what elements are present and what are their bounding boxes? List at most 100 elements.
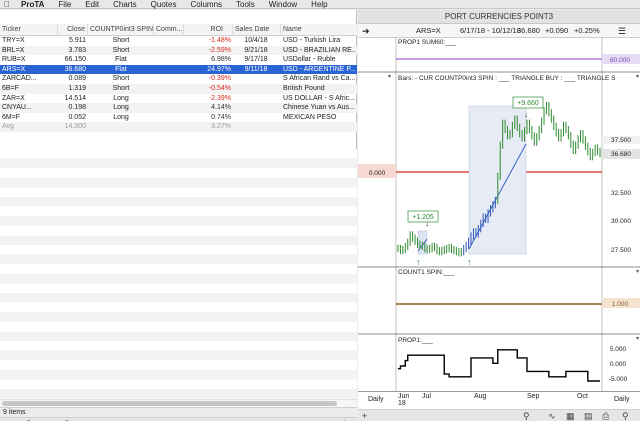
table-row[interactable]: 6B=F 1.319 Short -0.54% British Pound bbox=[0, 83, 357, 94]
cell-ticker: 6M=F bbox=[2, 113, 21, 121]
menu-window[interactable]: Window bbox=[262, 0, 304, 9]
cell-date bbox=[233, 94, 279, 104]
collapse-arrow-icon: ▾ bbox=[388, 74, 391, 80]
cell-name: Chinese Yuan vs Aus... bbox=[283, 104, 355, 112]
cell-close: 66.150 bbox=[64, 56, 86, 64]
cell-ticker: ZAR=X bbox=[2, 94, 25, 102]
cell-comm bbox=[154, 84, 184, 94]
column-header-spin[interactable]: COUNTP0int3 SPIN bbox=[88, 24, 154, 36]
cell-ticker: ZARCAD... bbox=[2, 75, 37, 83]
x-tick-aug: Aug bbox=[474, 393, 487, 400]
cell-date bbox=[233, 113, 279, 123]
chart-header: ➜ ARS=X 6/17/18 - 10/12/18 36.680 +0.090… bbox=[358, 24, 640, 38]
items-count: 9 items bbox=[3, 409, 26, 416]
sell-arrow-icon: ↓ bbox=[425, 219, 429, 228]
cell-comm bbox=[154, 36, 184, 46]
chart-svg[interactable]: +1.205 +9.660 ↑ ↑ ↓ ↓ PROP1 SUM60:___ 60… bbox=[358, 38, 640, 391]
horizontal-scrollbar[interactable] bbox=[0, 399, 357, 407]
chart-area[interactable]: +1.205 +9.660 ↑ ↑ ↓ ↓ PROP1 SUM60:___ 60… bbox=[358, 38, 640, 391]
panel2-left-value: 0.000 bbox=[369, 170, 386, 177]
panel4-tick-5000: 5.000 bbox=[610, 346, 627, 353]
cell-spin: Long bbox=[113, 94, 129, 102]
cell-ticker: 6B=F bbox=[2, 84, 19, 92]
panel3-value: 1.000 bbox=[612, 301, 629, 308]
menu-app-name[interactable]: ProTA bbox=[14, 0, 51, 9]
chart-change: +0.090 bbox=[545, 26, 569, 35]
menu-icon[interactable]: ☰ bbox=[618, 24, 626, 38]
cell-close: 0.089 bbox=[68, 75, 86, 83]
column-header-sales-date[interactable]: Sales Date bbox=[233, 24, 281, 36]
cell-comm bbox=[154, 113, 184, 123]
menu-quotes[interactable]: Quotes bbox=[144, 0, 184, 9]
annotation-1: +1.205 bbox=[412, 214, 434, 221]
buy-arrow-icon: ↑ bbox=[416, 257, 421, 267]
cell-comm bbox=[154, 74, 184, 84]
cell-date bbox=[233, 103, 279, 113]
period-label-right[interactable]: Daily bbox=[614, 396, 630, 403]
cell-roi: -1.48% bbox=[208, 37, 231, 44]
x-year: 18 bbox=[398, 400, 406, 407]
avg-label: Avg bbox=[2, 123, 14, 131]
table-row[interactable]: ZAR=X 14.514 Long -2.39% US DOLLAR - S Afric… bbox=[0, 94, 357, 104]
cell-roi: -2.59% bbox=[208, 46, 231, 54]
menu-file[interactable]: File bbox=[51, 0, 78, 9]
cell-name: British Pound bbox=[283, 84, 325, 92]
column-header-ticker[interactable]: Ticker bbox=[0, 24, 58, 36]
cell-name: USD - Turkish Lira bbox=[283, 37, 341, 44]
panel3-label: COUNT1 SPIN:___ bbox=[398, 269, 455, 276]
menu-tools[interactable]: Tools bbox=[229, 0, 262, 9]
menu-help[interactable]: Help bbox=[304, 0, 334, 9]
cell-date bbox=[233, 74, 279, 84]
cell-ticker: ARS=X bbox=[2, 65, 26, 73]
column-header-comm[interactable]: Comm... bbox=[154, 24, 184, 36]
buy-arrow-icon-2: ↑ bbox=[467, 257, 472, 267]
x-tick-sep: Sep bbox=[527, 393, 540, 400]
cell-comm bbox=[154, 103, 184, 113]
menu-charts[interactable]: Charts bbox=[106, 0, 144, 9]
layout-icon[interactable]: ▦ bbox=[566, 410, 575, 421]
panel1-value: 60.000 bbox=[610, 57, 630, 64]
table-row[interactable]: BRL=X 3.783 Short -2.59% 9/21/18 USD - BRAZIL… bbox=[0, 45, 357, 56]
add-chart-icon[interactable]: + bbox=[362, 410, 367, 421]
print-icon[interactable]: ⎙ bbox=[602, 410, 609, 421]
y-tick-30000: 30.000 bbox=[611, 218, 631, 225]
cell-close: 3.783 bbox=[68, 46, 86, 54]
cell-roi: -0.54% bbox=[208, 84, 231, 92]
cell-date: 9/11/18 bbox=[244, 65, 268, 73]
zoom-icon[interactable]: ⚲ bbox=[523, 410, 530, 421]
panel4-tick-minus5000: -5.000 bbox=[609, 376, 628, 383]
chart-change-pct: +0.25% bbox=[574, 26, 600, 35]
menu-edit[interactable]: Edit bbox=[78, 0, 106, 9]
collapse-arrow-icon-4: ▾ bbox=[636, 336, 639, 342]
cell-roi: 4.14% bbox=[211, 104, 231, 112]
table-row[interactable]: TRY=X 5.911 Short -1.48% 10/4/18 USD - Turkis… bbox=[0, 36, 357, 46]
column-header-close[interactable]: Close bbox=[58, 24, 88, 36]
table-row[interactable]: RUB=X 66.150 Flat 6.98% 9/17/18 USDollar - Ru… bbox=[0, 55, 357, 65]
line-chart-icon[interactable]: ∿ bbox=[548, 410, 556, 421]
table-row[interactable]: 6M=F 0.052 Long 0.74% MEXICAN PESO bbox=[0, 113, 357, 123]
table-empty-area bbox=[0, 149, 357, 401]
cell-close: 1.319 bbox=[68, 84, 86, 92]
zoom-out-icon[interactable]: ⚲ bbox=[622, 410, 629, 421]
chart-date-range: 6/17/18 - 10/12/18 bbox=[460, 26, 521, 35]
cell-spin: Long bbox=[113, 104, 129, 112]
column-header-roi[interactable]: ROI bbox=[184, 24, 233, 36]
cell-name: USD - BRAZILIAN RE... bbox=[283, 46, 355, 54]
table-row[interactable]: ARS=X 36.680 Flat 24.97% 9/11/18 USD - ARGENT… bbox=[0, 64, 357, 75]
panel-icon[interactable]: ▤ bbox=[584, 410, 593, 421]
cell-spin: Flat bbox=[115, 56, 127, 64]
column-header-name[interactable]: Name bbox=[281, 24, 357, 36]
period-label-left[interactable]: Daily bbox=[368, 396, 384, 403]
arrow-right-icon[interactable]: ➜ bbox=[362, 24, 370, 38]
menu-columns[interactable]: Columns bbox=[183, 0, 229, 9]
cell-spin: Short bbox=[112, 37, 130, 44]
scrollbar-thumb[interactable] bbox=[2, 401, 337, 406]
y-tick-37500: 37.500 bbox=[611, 137, 631, 144]
table-row[interactable]: ZARCAD... 0.089 Short -0.39% S African Rand … bbox=[0, 74, 357, 84]
cell-comm bbox=[154, 46, 184, 56]
apple-icon[interactable]:  bbox=[0, 0, 14, 9]
chart-last-price: 36.680 bbox=[517, 26, 540, 35]
table-row[interactable]: CNYAU... 0.198 Long 4.14% Chinese Yuan vs Au… bbox=[0, 103, 357, 113]
status-bar: 9 items bbox=[0, 407, 357, 417]
left-toolbar: + – ⚲ + ▦ ⚲ ⚙▾ bbox=[0, 417, 357, 421]
